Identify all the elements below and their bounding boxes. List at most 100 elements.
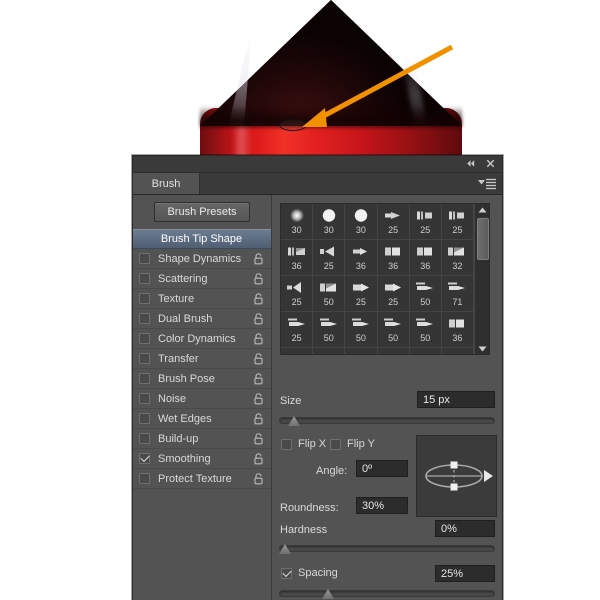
brush-tip-cell[interactable]: 25: [345, 276, 378, 312]
brush-option-row[interactable]: Texture: [133, 289, 271, 309]
brush-option-checkbox[interactable]: [139, 453, 150, 464]
lock-icon[interactable]: [253, 253, 264, 265]
brush-option-row[interactable]: Scattering: [133, 269, 271, 289]
brush-tip-cell[interactable]: 25: [377, 204, 410, 240]
brush-option-checkbox[interactable]: [139, 373, 150, 384]
collapse-double-left-icon[interactable]: [465, 158, 476, 169]
roundness-input[interactable]: 30%: [356, 497, 408, 514]
brush-tip-cell[interactable]: 25: [281, 276, 314, 312]
brush-presets-button[interactable]: Brush Presets: [154, 201, 250, 222]
spacing-slider-knob[interactable]: [322, 589, 334, 599]
brush-tip-cell[interactable]: 30: [281, 204, 314, 240]
brush-option-row[interactable]: Build-up: [133, 429, 271, 449]
brush-option-checkbox[interactable]: [139, 273, 150, 284]
spacing-slider[interactable]: [279, 589, 495, 599]
hardness-input[interactable]: 0%: [435, 520, 495, 537]
spacing-row[interactable]: Spacing: [281, 567, 338, 579]
brush-tip-cell[interactable]: 36: [409, 240, 442, 276]
brush-option-checkbox[interactable]: [139, 473, 150, 484]
lock-icon[interactable]: [253, 273, 264, 285]
brush-option-row[interactable]: Brush Pose: [133, 369, 271, 389]
brush-tip-size: 36: [452, 333, 463, 343]
brush-tip-cell[interactable]: 50: [409, 312, 442, 348]
brush-option-row[interactable]: Shape Dynamics: [133, 249, 271, 269]
size-slider[interactable]: [279, 416, 495, 426]
brush-tip-cell[interactable]: 36: [281, 240, 314, 276]
brush-option-checkbox[interactable]: [139, 393, 150, 404]
brush-tip-cell[interactable]: 50: [345, 312, 378, 348]
brush-grid-scrollbar[interactable]: [474, 204, 489, 354]
brush-tip-size: 36: [420, 261, 431, 271]
brush-option-row[interactable]: Color Dynamics: [133, 329, 271, 349]
close-icon[interactable]: [485, 158, 496, 169]
brush-tip-cell[interactable]: [345, 348, 378, 354]
brush-option-row[interactable]: Protect Texture: [133, 469, 271, 489]
brush-tip-cell[interactable]: 32: [441, 240, 474, 276]
lock-icon[interactable]: [253, 313, 264, 325]
brush-tip-cell[interactable]: 36: [345, 240, 378, 276]
brush-tip-cell[interactable]: [442, 348, 474, 354]
brush-option-row[interactable]: Smoothing: [133, 449, 271, 469]
brush-tip-cell[interactable]: 30: [345, 204, 378, 240]
hardness-slider-knob[interactable]: [279, 544, 291, 554]
brush-option-checkbox[interactable]: [139, 353, 150, 364]
thin-pencil-brush-icon: [412, 279, 438, 296]
spacing-checkbox[interactable]: [281, 567, 292, 579]
brush-tip-cell[interactable]: [281, 348, 314, 354]
flip-x-checkbox[interactable]: [281, 438, 292, 450]
brush-option-checkbox[interactable]: [139, 293, 150, 304]
brush-tip-cell[interactable]: 25: [409, 204, 442, 240]
brush-option-checkbox[interactable]: [139, 433, 150, 444]
brush-option-row[interactable]: Noise: [133, 389, 271, 409]
brush-tip-cell[interactable]: 25: [313, 240, 346, 276]
brush-option-checkbox[interactable]: [139, 253, 150, 264]
brush-tip-cell[interactable]: 25: [441, 204, 474, 240]
scrollbar-thumb[interactable]: [477, 218, 489, 260]
brush-tip-shape-header[interactable]: Brush Tip Shape: [133, 229, 271, 249]
brush-tip-cell[interactable]: 25: [377, 276, 410, 312]
brush-tip-cell[interactable]: 36: [377, 240, 410, 276]
lock-icon[interactable]: [253, 333, 264, 345]
lock-icon[interactable]: [253, 293, 264, 305]
lock-icon[interactable]: [253, 393, 264, 405]
tab-brush[interactable]: Brush: [133, 173, 200, 194]
brush-tip-cell[interactable]: 50: [313, 312, 346, 348]
lock-icon[interactable]: [253, 353, 264, 365]
brush-tip-cell[interactable]: 50: [313, 276, 346, 312]
scroll-up-arrow-icon[interactable]: [475, 204, 489, 215]
brush-tip-cell[interactable]: 36: [441, 312, 474, 348]
brush-tip-cell[interactable]: 71: [441, 276, 474, 312]
brush-tip-cell[interactable]: 25: [281, 312, 314, 348]
lock-icon[interactable]: [253, 433, 264, 445]
lock-icon[interactable]: [253, 473, 264, 485]
spacing-input[interactable]: 25%: [435, 565, 495, 582]
flip-y-checkbox[interactable]: [330, 438, 341, 450]
flip-x-row[interactable]: Flip X: [281, 438, 326, 450]
brush-tip-cell[interactable]: [410, 348, 442, 354]
brush-option-row[interactable]: Transfer: [133, 349, 271, 369]
fan-bristle-brush-icon: [316, 243, 342, 260]
lock-icon[interactable]: [253, 413, 264, 425]
lock-icon[interactable]: [253, 373, 264, 385]
brush-tip-cell[interactable]: [313, 348, 346, 354]
size-slider-knob[interactable]: [288, 416, 300, 426]
brush-angle-roundness-preview[interactable]: [416, 435, 497, 517]
size-input[interactable]: 15 px: [417, 391, 495, 408]
brush-option-checkbox[interactable]: [139, 413, 150, 424]
lock-icon[interactable]: [253, 453, 264, 465]
brush-option-checkbox[interactable]: [139, 313, 150, 324]
brush-tip-cell[interactable]: 50: [409, 276, 442, 312]
brush-tip-grid[interactable]: 30 30 30 25 25 25 36 25 36 36 36 32 25 50 25 25 50 71 25 50…: [280, 203, 490, 355]
brush-option-row[interactable]: Dual Brush: [133, 309, 271, 329]
brush-tip-size: 50: [420, 333, 431, 343]
panel-menu-icon[interactable]: [478, 177, 496, 190]
hardness-slider[interactable]: [279, 544, 495, 554]
angle-input[interactable]: 0º: [356, 460, 408, 477]
brush-tip-cell[interactable]: [378, 348, 410, 354]
brush-option-row[interactable]: Wet Edges: [133, 409, 271, 429]
flip-y-row[interactable]: Flip Y: [330, 438, 375, 450]
brush-option-checkbox[interactable]: [139, 333, 150, 344]
brush-tip-cell[interactable]: 50: [377, 312, 410, 348]
brush-tip-cell[interactable]: 30: [313, 204, 346, 240]
scroll-down-arrow-icon[interactable]: [475, 343, 489, 354]
